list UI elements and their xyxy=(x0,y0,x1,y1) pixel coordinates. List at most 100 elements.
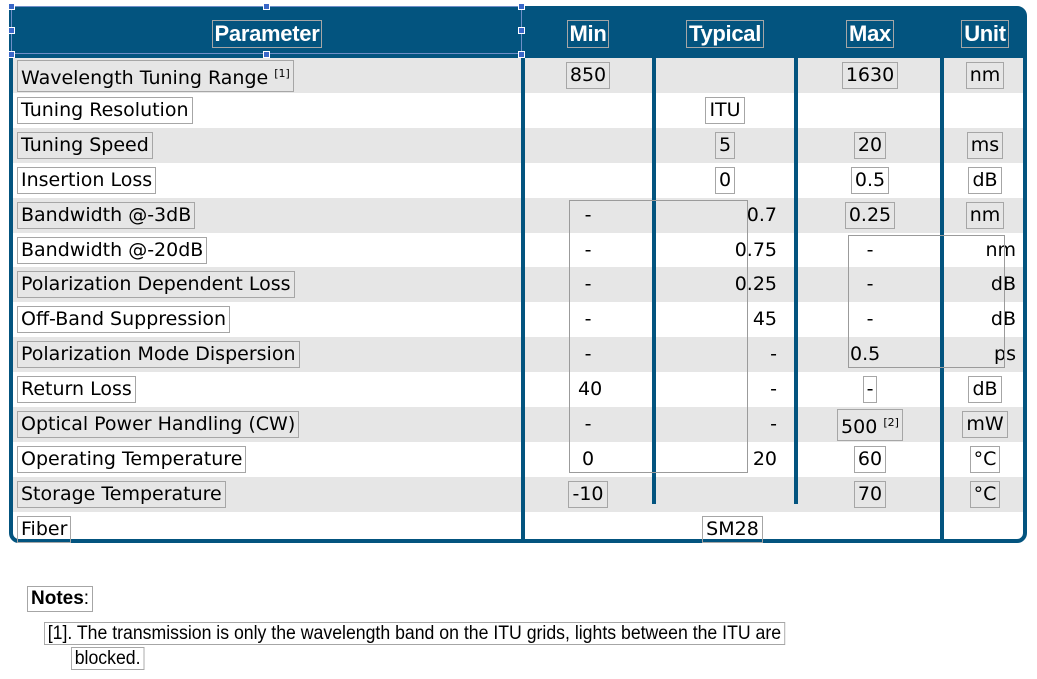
max-cell: 20 xyxy=(799,128,941,163)
resize-handle[interactable] xyxy=(518,27,525,34)
parameter-value: Return Loss xyxy=(17,376,136,404)
typical-cell: 0 xyxy=(655,163,795,198)
min-text: 40 xyxy=(578,378,603,401)
resize-handle[interactable] xyxy=(263,51,270,58)
notes-colon: : xyxy=(83,588,90,609)
min-text: - xyxy=(584,238,592,261)
min-text: - xyxy=(584,343,592,366)
unit-value: dB xyxy=(968,166,1002,194)
resize-handle[interactable] xyxy=(518,51,525,58)
parameter-value: Tuning Speed xyxy=(17,131,153,159)
footnote-ref[interactable]: [2] xyxy=(883,416,899,429)
unit-text: ps xyxy=(994,343,1016,366)
unit-text: nm xyxy=(969,203,1001,226)
unit-cell: dB xyxy=(945,302,1019,337)
parameter-value: Bandwidth @-20dB xyxy=(17,236,208,264)
min-cell: -10 xyxy=(525,477,651,512)
parameter-text: Polarization Dependent Loss xyxy=(21,273,291,296)
unit-cell: ms xyxy=(945,128,1025,163)
max-cell: - xyxy=(799,372,941,407)
min-value: - xyxy=(582,342,595,367)
unit-text: dB xyxy=(990,308,1016,331)
unit-value: ms xyxy=(966,131,1004,159)
resize-handle[interactable] xyxy=(8,27,15,34)
max-text: - xyxy=(866,378,874,401)
header-max-cell: Max xyxy=(799,10,941,58)
typical-value: - xyxy=(767,412,780,437)
spec-table: Parameter Min Typical Max Unit Wavelengt… xyxy=(9,6,1027,543)
typical-text: 0.7 xyxy=(746,203,777,226)
max-text: 0.5 xyxy=(850,343,881,366)
min-text: - xyxy=(584,273,592,296)
unit-text: dB xyxy=(972,378,998,401)
typical-value: 0.75 xyxy=(732,238,780,263)
fiber-type-text: SM28 xyxy=(706,517,759,540)
min-cell: - xyxy=(525,198,651,233)
typical-value: ITU xyxy=(705,96,745,124)
fiber-type-value: SM28 xyxy=(702,515,763,543)
min-cell: - xyxy=(525,267,651,302)
resize-handle[interactable] xyxy=(8,3,15,10)
unit-value: °C xyxy=(969,480,1001,508)
max-cell: - xyxy=(799,302,941,337)
min-cell xyxy=(525,163,651,198)
header-unit: Unit xyxy=(961,20,1009,48)
max-text: 60 xyxy=(857,447,883,470)
max-text: 20 xyxy=(857,133,883,156)
table-row: Off-Band Suppression - 45 - dB xyxy=(13,302,1023,337)
parameter-value: Storage Temperature xyxy=(17,480,226,508)
max-value: 0.5 xyxy=(850,166,890,194)
resize-handle[interactable] xyxy=(263,3,270,10)
unit-value: ps xyxy=(991,342,1019,367)
parameter-cell: Optical Power Handling (CW) xyxy=(17,407,517,442)
footnote-ref[interactable]: [1] xyxy=(274,67,290,80)
typical-text: 20 xyxy=(752,447,777,470)
typical-cell: 0.25 xyxy=(655,267,780,302)
min-cell: 40 xyxy=(575,372,645,407)
unit-text: °C xyxy=(973,482,997,505)
max-value: 500 [2] xyxy=(837,408,903,441)
max-text: 500 xyxy=(841,415,878,438)
unit-text: dB xyxy=(972,168,998,191)
typical-cell: - xyxy=(655,337,780,372)
table-row: Operating Temperature 0 20 60 °C xyxy=(13,442,1023,477)
typical-cell: ITU xyxy=(655,93,795,128)
parameter-text: Tuning Speed xyxy=(21,133,149,156)
unit-text: °C xyxy=(973,447,997,470)
typical-text: 0.75 xyxy=(734,238,777,261)
typical-cell: 20 xyxy=(655,442,780,477)
min-value: - xyxy=(582,203,595,228)
parameter-cell: Operating Temperature xyxy=(17,442,517,477)
typical-cell: 45 xyxy=(655,302,780,337)
max-cell: - xyxy=(799,267,941,302)
parameter-cell: Fiber xyxy=(17,512,517,547)
max-value: 0.25 xyxy=(844,201,896,229)
unit-text: dB xyxy=(990,273,1016,296)
max-value: - xyxy=(864,307,877,332)
max-text: 70 xyxy=(857,482,883,505)
parameter-cell: Tuning Speed xyxy=(17,128,517,163)
resize-handle[interactable] xyxy=(518,3,525,10)
resize-handle[interactable] xyxy=(8,51,15,58)
max-text: 0.5 xyxy=(854,168,886,191)
max-value: - xyxy=(862,376,878,404)
max-text: - xyxy=(866,273,874,296)
table-row: Tuning Speed 5 20 ms xyxy=(13,127,1025,163)
parameter-text: Off-Band Suppression xyxy=(21,308,227,331)
note-1-line-1: [1]. The transmission is only the wavele… xyxy=(44,622,785,645)
unit-cell: dB xyxy=(945,372,1025,407)
typical-cell: 5 xyxy=(655,128,795,163)
unit-cell: nm xyxy=(945,233,1019,268)
typical-text: - xyxy=(770,378,777,401)
typical-cell xyxy=(655,58,795,93)
unit-value: °C xyxy=(969,445,1001,473)
header-unit-cell: Unit xyxy=(945,10,1025,58)
max-value: 70 xyxy=(853,480,887,508)
min-value: 40 xyxy=(575,377,605,402)
typical-value: 0 xyxy=(714,166,736,194)
parameter-text: Fiber xyxy=(21,517,68,540)
unit-cell xyxy=(945,93,1025,128)
parameter-text: Storage Temperature xyxy=(21,482,222,505)
min-cell: - xyxy=(525,407,651,442)
parameter-cell: Polarization Dependent Loss xyxy=(17,267,517,302)
